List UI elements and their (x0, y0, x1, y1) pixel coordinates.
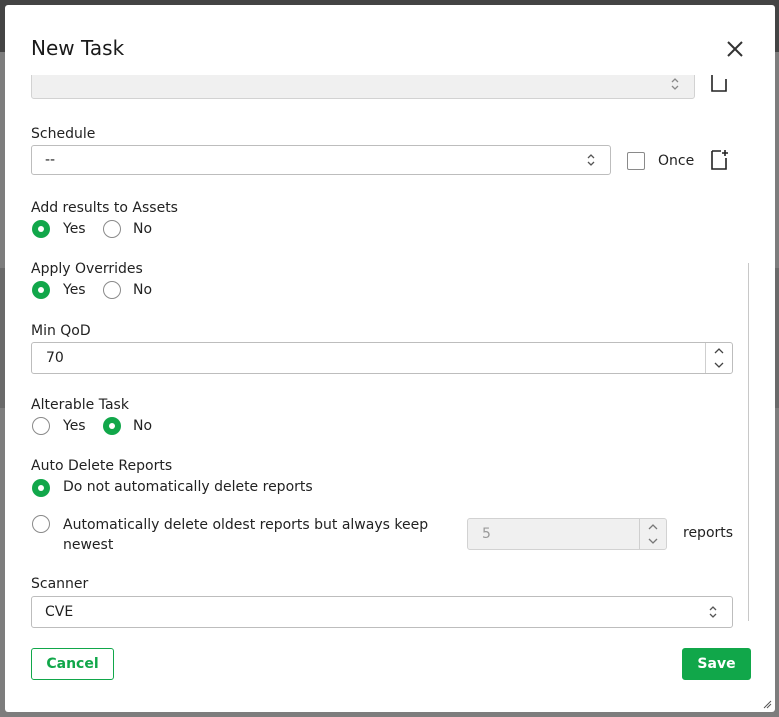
min-qod-value: 70 (46, 350, 64, 366)
apply-overrides-yes-label: Yes (63, 282, 86, 298)
alterable-task-label: Alterable Task (31, 397, 129, 413)
alterable-no-label: No (133, 418, 153, 434)
auto-delete-none-label: Do not automatically delete reports (63, 479, 313, 495)
alterable-no-radio[interactable] (103, 417, 121, 435)
new-target-icon[interactable] (710, 75, 730, 93)
chevron-down-icon[interactable] (713, 361, 725, 369)
scanner-label: Scanner (31, 576, 89, 592)
schedule-label: Schedule (31, 126, 96, 142)
new-schedule-icon[interactable] (710, 149, 730, 171)
keep-reports-input: 5 (467, 518, 667, 550)
once-label: Once (658, 153, 695, 169)
select-arrows-icon (671, 78, 679, 90)
keep-reports-spinner (639, 519, 666, 549)
min-qod-label: Min QoD (31, 323, 91, 339)
add-results-yes-radio[interactable] (32, 220, 50, 238)
scanner-select[interactable]: CVE (31, 596, 733, 628)
dialog-title: New Task (31, 36, 125, 60)
new-task-dialog: New Task Schedule -- Once Add results to… (5, 5, 775, 712)
cancel-button[interactable]: Cancel (31, 648, 114, 680)
auto-delete-keep-radio[interactable] (32, 515, 50, 533)
auto-delete-label: Auto Delete Reports (31, 458, 173, 474)
add-results-no-radio[interactable] (103, 220, 121, 238)
select-arrows-icon (587, 154, 595, 166)
chevron-up-icon (648, 524, 658, 530)
alterable-yes-label: Yes (63, 418, 86, 434)
select-arrows-icon (709, 606, 717, 618)
apply-overrides-label: Apply Overrides (31, 261, 143, 277)
chevron-up-icon[interactable] (713, 347, 725, 355)
alterable-yes-radio[interactable] (32, 417, 50, 435)
auto-delete-keep-label: Automatically delete oldest reports but … (63, 517, 429, 553)
min-qod-input[interactable]: 70 (31, 342, 733, 374)
apply-overrides-no-radio[interactable] (103, 281, 121, 299)
schedule-select[interactable]: -- (31, 145, 611, 175)
dialog-content[interactable]: Schedule -- Once Add results to Assets Y… (5, 75, 775, 630)
auto-delete-none-radio[interactable] (32, 479, 50, 497)
close-icon[interactable] (725, 39, 745, 59)
chevron-down-icon (648, 538, 658, 544)
keep-reports-value: 5 (482, 526, 491, 542)
apply-overrides-no-label: No (133, 282, 153, 298)
resize-handle-icon[interactable] (762, 699, 772, 709)
reports-suffix: reports (683, 525, 734, 541)
schedule-select-value: -- (45, 152, 56, 168)
add-results-no-label: No (133, 221, 153, 237)
add-results-label: Add results to Assets (31, 200, 178, 216)
content-scrollbar[interactable] (748, 263, 749, 621)
apply-overrides-yes-radio[interactable] (32, 281, 50, 299)
target-select[interactable] (31, 75, 695, 99)
min-qod-spinner (705, 343, 732, 373)
save-button[interactable]: Save (682, 648, 751, 680)
scanner-select-value: CVE (45, 604, 74, 620)
once-checkbox[interactable] (627, 152, 645, 170)
add-results-yes-label: Yes (63, 221, 86, 237)
